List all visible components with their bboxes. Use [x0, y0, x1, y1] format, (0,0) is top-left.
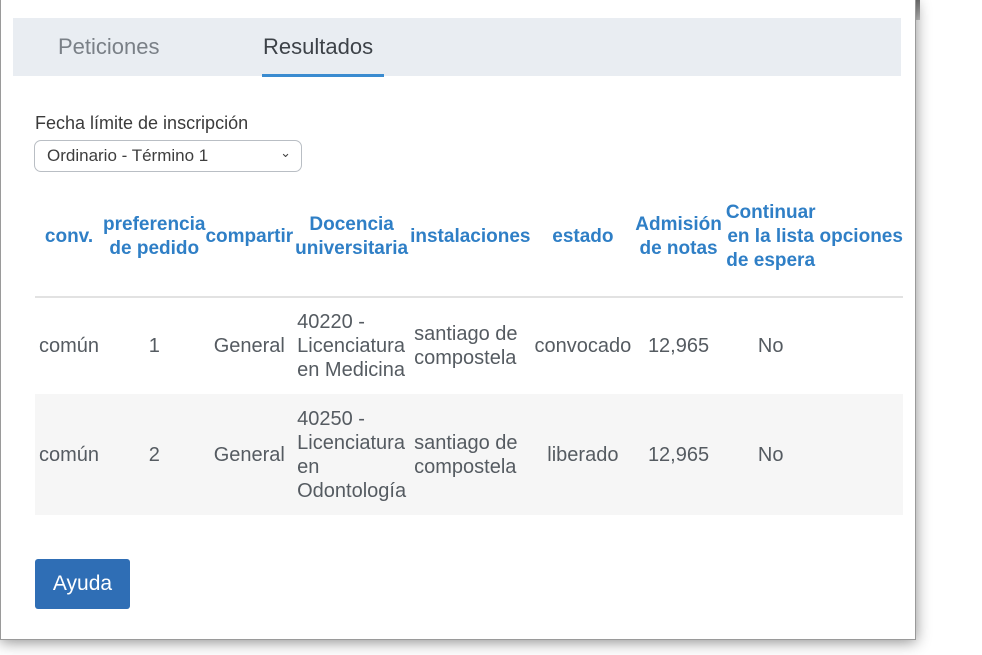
table-row: común 1 General 40220 - Licenciatura en …: [35, 297, 903, 394]
header-continuar: Continuar en la lista de espera: [721, 178, 820, 298]
deadline-select-value: Ordinario - Término 1: [47, 146, 209, 165]
table-header-row: conv. preferencia de pedido compartir Do…: [35, 178, 903, 298]
deadline-select[interactable]: Ordinario - Término 1 ⌄: [34, 140, 302, 172]
header-preferencia: preferencia de pedido: [103, 178, 206, 298]
cell-docencia: 40250 - Licenciatura en Odontología: [293, 394, 411, 515]
deadline-label: Fecha límite de inscripción: [35, 113, 249, 133]
results-panel: Peticiones Resultados Fecha límite de in…: [0, 0, 916, 640]
header-opciones: opciones: [819, 178, 903, 298]
cell-conv: común: [39, 335, 100, 357]
cell-instalaciones: santiago de compostela: [410, 394, 531, 515]
cell-compartir: General: [213, 335, 285, 357]
active-tab-indicator: [262, 74, 384, 77]
results-table: conv. preferencia de pedido compartir Do…: [35, 178, 903, 515]
cell-opciones[interactable]: [819, 394, 903, 515]
cell-continuar: No: [757, 335, 784, 357]
panel-content: Peticiones Resultados Fecha límite de in…: [13, 18, 903, 639]
tabs-bar: Peticiones Resultados: [13, 18, 901, 77]
cell-admision: 12,965: [647, 335, 710, 357]
header-conv: conv.: [35, 178, 104, 298]
tab-resultados[interactable]: Resultados: [263, 34, 373, 60]
header-instalaciones: instalaciones: [410, 178, 531, 298]
cell-compartir: General: [205, 394, 294, 515]
help-button[interactable]: Ayuda: [35, 559, 130, 609]
cell-conv: común: [35, 394, 104, 515]
page: Peticiones Resultados Fecha límite de in…: [0, 0, 982, 655]
tab-peticiones[interactable]: Peticiones: [58, 34, 160, 60]
cell-instalaciones: santiago de compostela: [414, 323, 518, 369]
header-docencia: Docencia universitaria: [293, 178, 411, 298]
cell-opciones[interactable]: [820, 297, 903, 394]
cell-preferencia: 1: [148, 335, 160, 357]
cell-admision: 12,965: [635, 394, 722, 515]
cell-preferencia: 2: [103, 394, 206, 515]
cell-estado: liberado: [530, 394, 636, 515]
header-admision: Admisión de notas: [635, 178, 722, 298]
header-estado: estado: [530, 178, 636, 298]
chevron-down-icon: ⌄: [280, 145, 291, 160]
cell-docencia: 40220 - Licenciatura en Medicina: [297, 311, 405, 381]
table-row: común 2 General 40250 - Licenciatura en …: [35, 394, 903, 515]
cell-continuar: No: [721, 394, 820, 515]
cell-estado: convocado: [534, 335, 632, 357]
header-compartir: compartir: [205, 178, 294, 298]
